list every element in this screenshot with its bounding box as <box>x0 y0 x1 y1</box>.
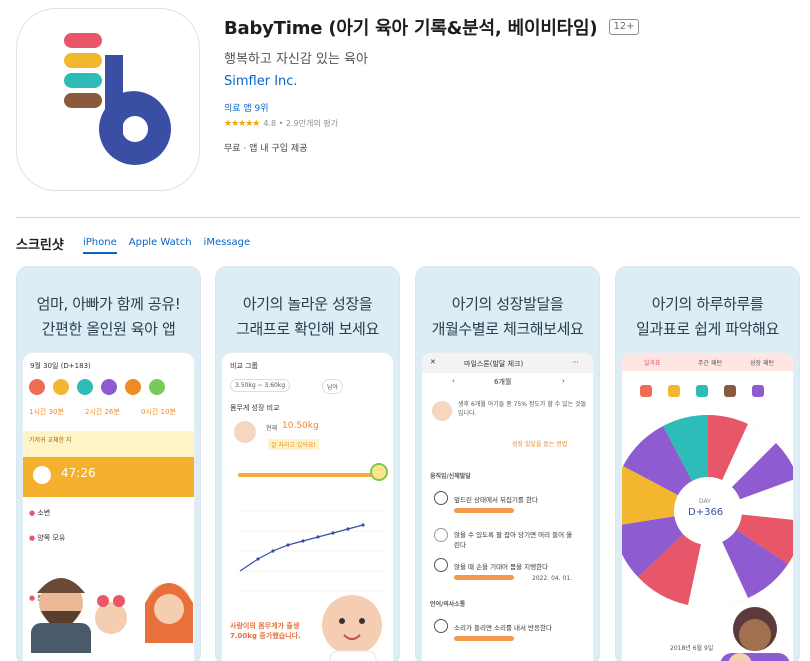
progress-bar <box>454 636 514 641</box>
bottle-icon <box>53 379 69 395</box>
tab-apple-watch[interactable]: Apple Watch <box>129 237 192 254</box>
timer-display: 47:26 <box>61 466 96 480</box>
activity-icons <box>29 379 173 395</box>
modal-header: ✕ 마일스톤(발달 체크) ⋯ <box>422 353 593 373</box>
mother-baby-illustration <box>720 607 790 661</box>
list-item: ● 소변 <box>29 509 51 517</box>
app-header: BabyTime (아기 육아 기록&분석, 베이비타임) 12+ 행복하고 자… <box>16 8 796 193</box>
developer-link[interactable]: Simfler Inc. <box>224 74 639 89</box>
feeding-icon <box>29 379 45 395</box>
baby-illustration <box>322 595 382 661</box>
screenshot-caption: 엄마, 아빠가 함께 공유! 간편한 올인원 육아 앱 <box>36 295 181 338</box>
screenshot-card-1[interactable]: 엄마, 아빠가 함께 공유! 간편한 올인원 육아 앱 9월 30일 (D+18… <box>16 266 201 661</box>
progress-bar <box>454 575 514 580</box>
rating-text: 4.8 • 2.9만개의 평가 <box>263 119 338 128</box>
date-label: 9월 30일 (D+183) <box>30 362 91 370</box>
price-info: 무료 · 앱 내 구입 제공 <box>224 144 308 154</box>
screenshot-carousel[interactable]: 엄마, 아빠가 함께 공유! 간편한 올인원 육아 앱 9월 30일 (D+18… <box>16 266 810 661</box>
list-item: ● 양쪽 모유 <box>29 534 66 542</box>
close-icon[interactable]: ✕ <box>430 358 436 366</box>
screenshots-heading: 스크린샷 <box>16 238 64 253</box>
parents-illustration <box>31 578 193 653</box>
checkbox[interactable] <box>434 619 448 633</box>
bath-icon <box>125 379 141 395</box>
sleep-icon <box>101 379 117 395</box>
more-icon[interactable]: ⋯ <box>572 358 579 366</box>
checkbox[interactable] <box>434 558 448 572</box>
diaper-icon <box>77 379 93 395</box>
baby-avatar <box>432 401 452 421</box>
age-rating-badge: 12+ <box>609 19 639 35</box>
phone-screen: 일과표 주간 패턴 성장 패턴 DAY D+366 2018년 6월 9일 <box>622 353 793 661</box>
category-rank[interactable]: 의료 앱 9위 <box>224 101 639 114</box>
play-button[interactable] <box>33 466 51 484</box>
tab-iphone[interactable]: iPhone <box>83 237 117 254</box>
device-tabs: iPhone Apple Watch iMessage <box>83 237 262 254</box>
rating-row: ★★★★★ 4.8 • 2.9만개의 평가 <box>224 118 639 129</box>
screenshot-caption: 아기의 놀라운 성장을 그래프로 확인해 보세요 <box>236 295 379 338</box>
next-month-icon[interactable]: › <box>562 377 565 385</box>
growth-bar <box>238 473 378 477</box>
more-icon <box>149 379 165 395</box>
app-title: BabyTime (아기 육아 기록&분석, 베이비타임) <box>224 18 598 39</box>
screenshot-card-2[interactable]: 아기의 놀라운 성장을 그래프로 확인해 보세요 비교 그룹 3.50kg ~ … <box>215 266 400 661</box>
screenshot-caption: 아기의 하루하루를 일과표로 쉽게 파악해요 <box>636 295 779 338</box>
checkbox[interactable] <box>434 491 448 505</box>
tab-imessage[interactable]: iMessage <box>204 237 251 254</box>
section-divider <box>16 217 800 218</box>
progress-bar <box>454 508 514 513</box>
screenshot-caption: 아기의 성장발달을 개월수별로 체크해보세요 <box>431 295 584 338</box>
prev-month-icon[interactable]: ‹ <box>452 377 455 385</box>
baby-avatar <box>234 421 256 443</box>
app-icon <box>16 8 200 191</box>
schedule-tabs: 일과표 주간 패턴 성장 패턴 <box>622 353 793 371</box>
app-info: BabyTime (아기 육아 기록&분석, 베이비타임) 12+ 행복하고 자… <box>224 14 639 154</box>
phone-screen: ✕ 마일스톤(발달 체크) ⋯ ‹ 6개월 › 생후 6개월 아기들 중 75%… <box>422 353 593 661</box>
star-rating-icon: ★★★★★ <box>224 118 260 129</box>
screenshot-card-3[interactable]: 아기의 성장발달을 개월수별로 체크해보세요 ✕ 마일스톤(발달 체크) ⋯ ‹… <box>415 266 600 661</box>
screenshot-card-4[interactable]: 아기의 하루하루를 일과표로 쉽게 파악해요 일과표 주간 패턴 성장 패턴 D… <box>615 266 800 661</box>
app-subtitle: 행복하고 자신감 있는 육아 <box>224 52 368 67</box>
phone-screen: 9월 30일 (D+183) 1시간 30분 2시간 26분 0시간 10분 기… <box>23 353 194 661</box>
baby-icon <box>370 463 388 481</box>
checkbox[interactable] <box>434 528 448 542</box>
activity-icons <box>640 385 764 397</box>
phone-screen: 비교 그룹 3.50kg ~ 3.60kg 남아 몸무게 성장 비교 현재 10… <box>222 353 393 661</box>
